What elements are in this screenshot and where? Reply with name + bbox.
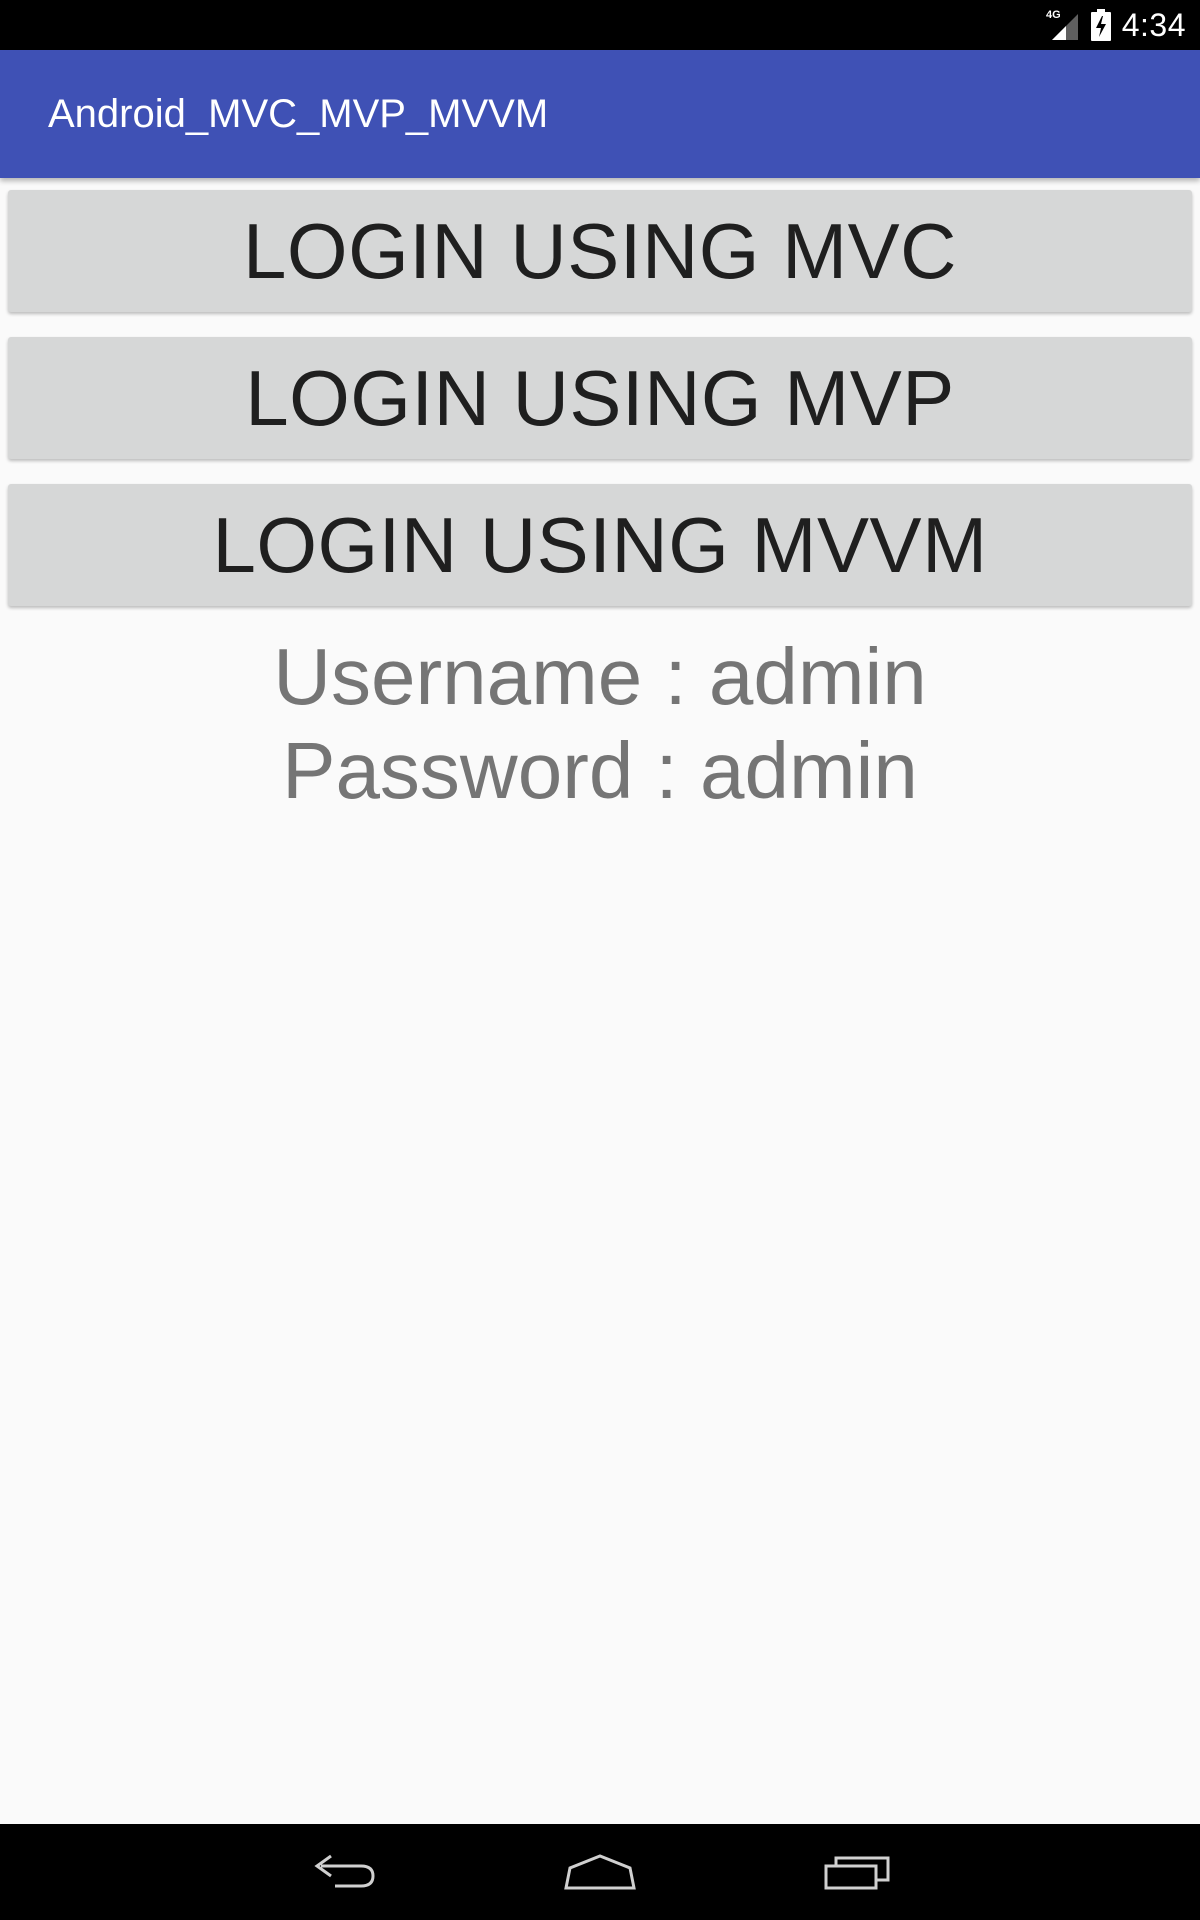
status-icons: 4G 4:34 [1046,0,1186,50]
battery-charging-icon [1090,9,1111,41]
status-bar: 4G 4:34 [0,0,1200,50]
recents-button[interactable] [797,1824,917,1920]
app-title: Android_MVC_MVP_MVVM [48,92,549,136]
home-button[interactable] [540,1824,660,1920]
back-icon [314,1854,375,1888]
status-time: 4:34 [1121,6,1186,43]
login-mvc-button[interactable]: LOGIN USING MVC [8,190,1192,312]
app-bar: Android_MVC_MVP_MVVM [0,50,1200,178]
password-hint: Password : admin [282,726,918,815]
credentials-hint: Username : admin Password : admin [0,630,1200,818]
signal-icon: 4G [1046,9,1078,40]
recents-icon [824,1856,890,1890]
main-content: LOGIN USING MVC LOGIN USING MVP LOGIN US… [0,178,1200,1824]
navigation-bar [0,1824,1200,1920]
home-icon [564,1854,636,1890]
login-mvvm-button[interactable]: LOGIN USING MVVM [8,484,1192,606]
login-mvp-button[interactable]: LOGIN USING MVP [8,337,1192,459]
network-type-label: 4G [1046,9,1061,21]
username-hint: Username : admin [273,632,927,721]
back-button[interactable] [283,1824,403,1920]
